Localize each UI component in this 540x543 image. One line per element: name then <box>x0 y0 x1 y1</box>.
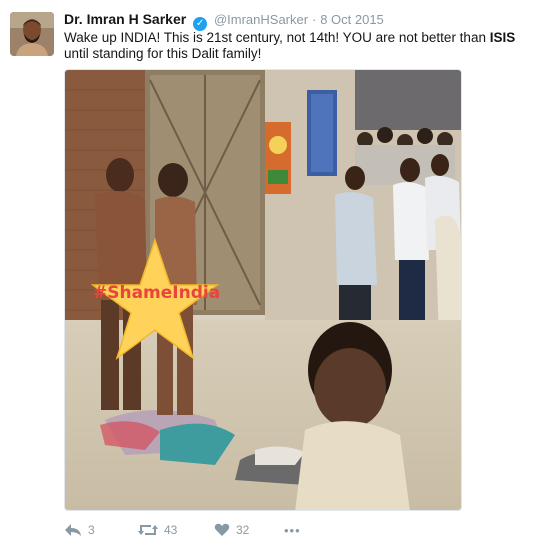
heart-icon <box>214 523 230 536</box>
hashtag-overlay: #ShameIndia <box>93 283 221 303</box>
tweet-actions: 3 43 32 ••• <box>64 520 364 540</box>
tweet-date[interactable]: 8 Oct 2015 <box>320 12 384 27</box>
separator-dot: · <box>311 12 317 27</box>
author-name[interactable]: Dr. Imran H Sarker <box>64 11 186 27</box>
like-count: 32 <box>236 523 250 537</box>
retweet-button[interactable]: 43 <box>138 520 177 540</box>
reply-count: 3 <box>88 523 95 537</box>
verified-badge-icon: ✓ <box>193 17 208 31</box>
retweet-count: 43 <box>164 523 178 537</box>
like-button[interactable]: 32 <box>214 520 249 540</box>
more-icon: ••• <box>284 522 301 538</box>
more-button[interactable]: ••• <box>284 520 301 540</box>
avatar-image <box>10 12 54 56</box>
author-handle[interactable]: @ImranHSarker <box>214 12 308 27</box>
reply-icon <box>65 524 81 536</box>
tweet-text-part1: Wake up INDIA! This is 21st century, not… <box>64 30 490 45</box>
tweet-text-part2: until standing for this Dalit family! <box>64 46 262 61</box>
author-avatar[interactable] <box>10 12 54 56</box>
tweet-text-bold: ISIS <box>489 30 516 45</box>
reply-button[interactable]: 3 <box>64 520 95 540</box>
tweet-text: Wake up INDIA! This is 21st century, not… <box>64 30 534 62</box>
tweet-header: Dr. Imran H Sarker ✓ @ImranHSarker · 8 O… <box>64 11 384 31</box>
tweet-photo[interactable]: #ShameIndia <box>64 69 462 511</box>
retweet-icon <box>138 525 158 535</box>
